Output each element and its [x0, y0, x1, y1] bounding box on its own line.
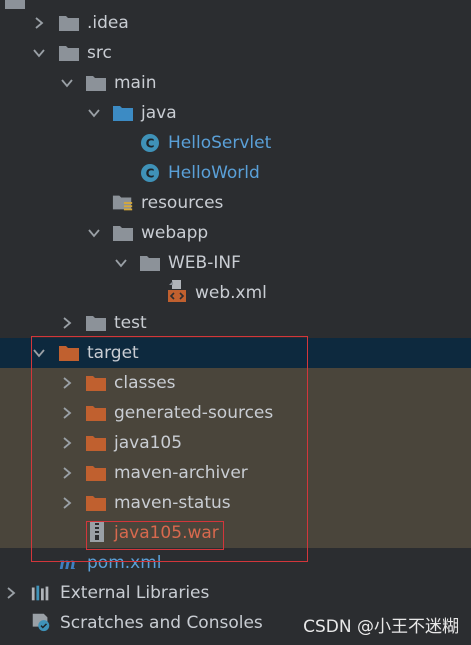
- tree-item-label: pom.xml: [87, 553, 162, 573]
- watermark-text: CSDN @小王不迷糊: [303, 617, 459, 637]
- excluded-folder-icon: [85, 433, 107, 453]
- chevron-right-icon[interactable]: [60, 316, 74, 330]
- tree-row-target[interactable]: target: [0, 338, 471, 368]
- chevron-down-icon[interactable]: [87, 106, 101, 120]
- svg-text:m: m: [59, 554, 76, 573]
- tree-item-label: main: [114, 73, 157, 93]
- tree-item-label: java: [141, 103, 177, 123]
- excluded-folder-icon: [58, 343, 80, 363]
- xml-file-icon: [166, 280, 188, 302]
- excluded-folder-icon: [85, 373, 107, 393]
- tree-item-label: .idea: [87, 13, 129, 33]
- maven-icon: m: [58, 553, 80, 573]
- tree-item-label: classes: [114, 373, 176, 393]
- tree-item-label: resources: [141, 193, 224, 213]
- excluded-folder-icon: [85, 463, 107, 483]
- chevron-right-icon[interactable]: [60, 406, 74, 420]
- excluded-folder-icon: [85, 403, 107, 423]
- tree-row-web-inf[interactable]: WEB-INF: [0, 248, 471, 278]
- folder-icon: [139, 253, 161, 273]
- resources-folder-icon: [112, 193, 134, 213]
- chevron-down-icon[interactable]: [87, 226, 101, 240]
- chevron-right-icon[interactable]: [60, 436, 74, 450]
- tree-row-external-libraries[interactable]: External Libraries: [0, 578, 471, 608]
- chevron-down-icon[interactable]: [32, 346, 46, 360]
- tree-item-label: generated-sources: [114, 403, 274, 423]
- chevron-right-icon[interactable]: [60, 496, 74, 510]
- chevron-down-icon[interactable]: [60, 76, 74, 90]
- tree-row-web-xml[interactable]: web.xml: [0, 278, 471, 308]
- tree-row-main[interactable]: main: [0, 68, 471, 98]
- tree-row-src[interactable]: src: [0, 38, 471, 68]
- tree-row-generated-sources[interactable]: generated-sources: [0, 398, 471, 428]
- archive-icon: [86, 522, 108, 542]
- java-class-icon: C: [139, 163, 161, 183]
- scratches-icon: [30, 612, 52, 632]
- tree-item-label: java105: [114, 433, 183, 453]
- tree-item-label: webapp: [141, 223, 209, 243]
- chevron-down-icon[interactable]: [114, 256, 128, 270]
- chevron-right-icon[interactable]: [32, 16, 46, 30]
- tree-item-label: target: [87, 343, 139, 363]
- svg-text:C: C: [146, 137, 155, 151]
- tree-row-idea[interactable]: .idea: [0, 8, 471, 38]
- tree-row-helloservlet[interactable]: C HelloServlet: [0, 128, 471, 158]
- folder-icon: [85, 313, 107, 333]
- chevron-right-icon[interactable]: [4, 586, 18, 600]
- tree-row-pom-xml[interactable]: m pom.xml: [0, 548, 471, 578]
- folder-icon: [85, 73, 107, 93]
- tree-item-label: maven-archiver: [114, 463, 248, 483]
- tree-row-java[interactable]: java: [0, 98, 471, 128]
- tree-item-label: test: [114, 313, 147, 333]
- tree-item-label: java105.war: [114, 523, 219, 543]
- tree-item-label: web.xml: [195, 283, 267, 303]
- libraries-icon: [30, 583, 52, 603]
- tree-row-test[interactable]: test: [0, 308, 471, 338]
- svg-text:C: C: [146, 167, 155, 181]
- tree-row-java105[interactable]: java105: [0, 428, 471, 458]
- tree-item-label: maven-status: [114, 493, 231, 513]
- project-tree: .idea src main java C HelloServlet C Hel…: [0, 0, 471, 645]
- tree-row-classes[interactable]: classes: [0, 368, 471, 398]
- tree-row-java105-war[interactable]: java105.war: [0, 518, 471, 548]
- tree-item-label: src: [87, 43, 112, 63]
- tree-row-webapp[interactable]: webapp: [0, 218, 471, 248]
- folder-icon: [112, 223, 134, 243]
- tree-row-maven-status[interactable]: maven-status: [0, 488, 471, 518]
- tree-item-label: External Libraries: [60, 583, 210, 603]
- chevron-down-icon[interactable]: [32, 46, 46, 60]
- folder-icon: [58, 13, 80, 33]
- java-class-icon: C: [139, 133, 161, 153]
- tree-item-label: HelloWorld: [168, 163, 260, 183]
- chevron-right-icon[interactable]: [60, 376, 74, 390]
- source-folder-icon: [112, 103, 134, 123]
- tree-row-maven-archiver[interactable]: maven-archiver: [0, 458, 471, 488]
- tree-row-helloworld[interactable]: C HelloWorld: [0, 158, 471, 188]
- chevron-right-icon[interactable]: [60, 466, 74, 480]
- tree-item-label: HelloServlet: [168, 133, 272, 153]
- tree-item-label: WEB-INF: [168, 253, 241, 273]
- tree-item-label: Scratches and Consoles: [60, 613, 263, 633]
- excluded-folder-icon: [85, 493, 107, 513]
- folder-icon: [58, 43, 80, 63]
- tree-row-resources[interactable]: resources: [0, 188, 471, 218]
